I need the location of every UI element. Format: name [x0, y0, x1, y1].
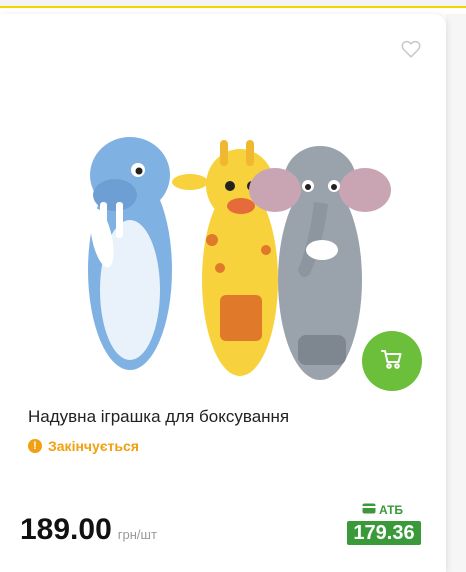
- stock-status-label: Закінчується: [48, 438, 139, 454]
- price-value: 189.00: [20, 513, 112, 546]
- loyalty-label-text: АТБ: [379, 503, 404, 517]
- product-image[interactable]: [40, 90, 410, 390]
- add-to-cart-button[interactable]: [362, 331, 422, 391]
- cart-icon: [380, 347, 404, 376]
- neighbor-card-gap: [446, 14, 466, 572]
- exclamation-icon: !: [28, 439, 42, 453]
- price-block: 189.00 грн/шт: [20, 513, 157, 547]
- loyalty-price: 179.36: [347, 521, 421, 545]
- stock-status: ! Закінчується: [28, 438, 139, 454]
- top-strip: [0, 0, 466, 8]
- walrus-toy-image: [88, 137, 172, 370]
- product-title[interactable]: Надувна іграшка для боксування: [28, 406, 428, 428]
- card-icon: [362, 503, 376, 517]
- loyalty-label: АТБ: [362, 503, 403, 517]
- price-unit: грн/шт: [117, 527, 157, 542]
- heart-icon[interactable]: [400, 38, 422, 60]
